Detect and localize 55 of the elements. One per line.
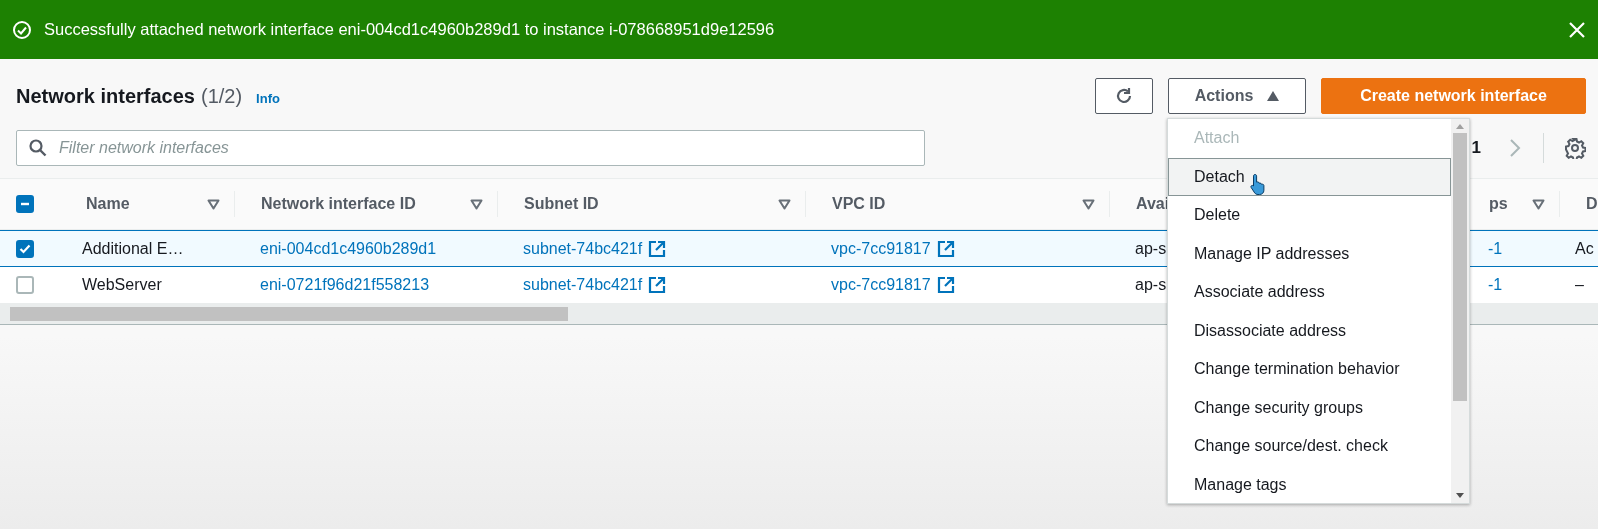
filter-icon[interactable] xyxy=(1082,198,1095,210)
column-header[interactable]: Subnet ID xyxy=(524,195,599,213)
row-checkbox[interactable] xyxy=(16,276,34,294)
id-link[interactable]: vpc-7cc91817 xyxy=(831,239,931,258)
table-cell: Ac xyxy=(1575,239,1594,258)
actions-button[interactable]: Actions xyxy=(1168,78,1306,114)
success-icon xyxy=(12,19,32,40)
table-cell: – xyxy=(1575,276,1584,294)
select-all-checkbox[interactable] xyxy=(16,195,34,213)
menu-item[interactable]: Manage tags xyxy=(1168,465,1451,503)
column-header[interactable]: Network interface ID xyxy=(261,195,416,213)
menu-item[interactable]: Change source/dest. check xyxy=(1168,427,1451,466)
filter-icon[interactable] xyxy=(778,198,791,210)
external-link-icon xyxy=(936,239,955,258)
id-link[interactable]: eni-0721f96d21f558213 xyxy=(260,276,430,294)
column-header[interactable]: VPC ID xyxy=(832,195,886,213)
table-cell: WebServer xyxy=(82,276,162,294)
id-link[interactable]: subnet-74bc421f xyxy=(523,276,643,294)
hand-cursor-icon xyxy=(1250,172,1266,195)
id-link[interactable]: -1 xyxy=(1488,276,1503,294)
menu-item[interactable]: Disassociate address xyxy=(1168,311,1451,350)
page-title: Network interfaces xyxy=(16,84,195,108)
caret-up-icon xyxy=(1267,91,1280,101)
search-field[interactable]: Filter network interfaces xyxy=(16,130,925,166)
filter-icon[interactable] xyxy=(470,198,483,210)
page-number[interactable]: 1 xyxy=(1471,138,1481,158)
refresh-button[interactable] xyxy=(1095,78,1153,114)
scrollbar-thumb[interactable] xyxy=(10,307,568,321)
scroll-down-icon[interactable] xyxy=(1455,491,1465,499)
id-link[interactable]: subnet-74bc421f xyxy=(523,239,643,258)
column-header[interactable]: D xyxy=(1586,195,1598,213)
menu-item[interactable]: Change termination behavior xyxy=(1168,350,1451,389)
row-checkbox[interactable] xyxy=(16,239,34,258)
table-cell: ap-s xyxy=(1135,239,1167,258)
external-link-icon xyxy=(648,239,667,258)
menu-item[interactable]: Detach xyxy=(1168,157,1451,196)
notification-message: Successfully attached network interface eni-004cd1c4960b289d1 to instance i-078668951d9e12596 xyxy=(44,20,776,39)
id-link[interactable]: vpc-7cc91817 xyxy=(831,276,931,294)
settings-icon[interactable] xyxy=(1564,137,1586,159)
refresh-icon xyxy=(1114,86,1134,106)
table-cell: ap-s xyxy=(1135,276,1167,294)
filter-icon[interactable] xyxy=(207,198,220,210)
external-link-icon xyxy=(936,276,955,294)
close-icon[interactable] xyxy=(1568,20,1586,39)
filter-icon[interactable] xyxy=(1532,198,1545,210)
menu-item[interactable]: Change security groups xyxy=(1168,388,1451,427)
table-cell: Additional E… xyxy=(82,239,184,258)
menu-scrollbar[interactable] xyxy=(1451,119,1469,503)
external-link-icon xyxy=(648,276,667,294)
column-header[interactable]: ps xyxy=(1489,195,1508,213)
info-link[interactable]: Info xyxy=(256,90,280,106)
selection-count: (1/2) xyxy=(200,84,243,108)
id-link[interactable]: -1 xyxy=(1488,239,1503,258)
id-link[interactable]: eni-004cd1c4960b289d1 xyxy=(260,239,437,258)
column-header[interactable]: Name xyxy=(86,195,130,213)
